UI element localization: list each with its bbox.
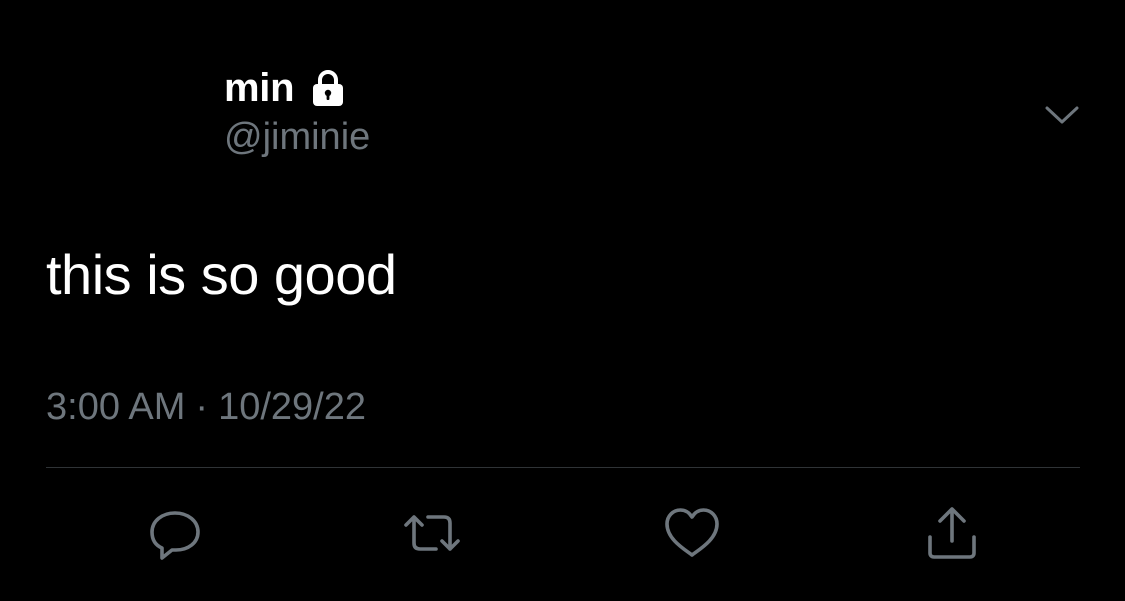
tweet-time: 3:00 AM bbox=[46, 386, 186, 428]
tweet-action-bar bbox=[0, 500, 1125, 570]
reply-button[interactable] bbox=[140, 500, 210, 570]
author-display-name[interactable]: min bbox=[224, 64, 295, 112]
chevron-down-icon[interactable] bbox=[1042, 96, 1082, 136]
reply-icon bbox=[145, 503, 205, 568]
like-button[interactable] bbox=[657, 500, 727, 570]
retweet-button[interactable] bbox=[397, 500, 467, 570]
share-button[interactable] bbox=[917, 500, 987, 570]
author-handle[interactable]: @jiminie bbox=[224, 114, 370, 160]
tweet-text: this is so good bbox=[46, 243, 397, 306]
lock-icon bbox=[308, 68, 348, 108]
tweet-author-header[interactable]: min @jiminie bbox=[224, 64, 370, 160]
divider bbox=[46, 467, 1080, 468]
author-name-row: min bbox=[224, 64, 370, 112]
tweet-date: 10/29/22 bbox=[218, 386, 366, 428]
tweet-timestamp[interactable]: 3:00 AM · 10/29/22 bbox=[46, 382, 366, 432]
heart-icon bbox=[662, 503, 722, 568]
meta-separator: · bbox=[195, 386, 209, 428]
share-icon bbox=[922, 503, 982, 568]
retweet-icon bbox=[402, 503, 462, 568]
tweet-detail: min @jiminie this is so good 3:00 AM · 10/… bbox=[0, 0, 1125, 601]
